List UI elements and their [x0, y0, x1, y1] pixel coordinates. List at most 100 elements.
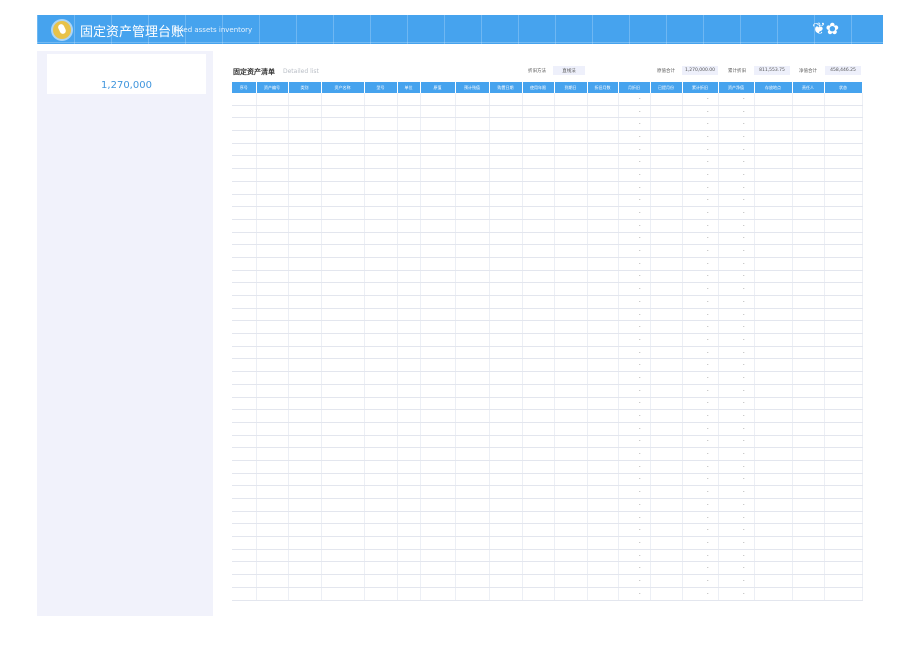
- table-cell[interactable]: [489, 93, 523, 106]
- table-cell[interactable]: [232, 422, 257, 436]
- table-row[interactable]: ---: [232, 168, 863, 182]
- table-cell[interactable]: -: [682, 574, 719, 588]
- table-cell[interactable]: -: [618, 587, 651, 601]
- table-cell[interactable]: [650, 130, 683, 144]
- table-row[interactable]: ---: [232, 155, 863, 170]
- table-cell[interactable]: [824, 143, 863, 157]
- table-cell[interactable]: [256, 219, 289, 233]
- table-cell[interactable]: [824, 257, 863, 271]
- table-cell[interactable]: [587, 143, 619, 157]
- table-cell[interactable]: [824, 511, 863, 525]
- table-cell[interactable]: [232, 244, 257, 258]
- table-cell[interactable]: -: [718, 422, 755, 436]
- table-cell[interactable]: [420, 282, 456, 296]
- table-cell[interactable]: [455, 219, 490, 233]
- table-cell[interactable]: [397, 435, 421, 449]
- table-cell[interactable]: [288, 346, 322, 360]
- table-row[interactable]: ---: [232, 435, 863, 449]
- table-cell[interactable]: [397, 105, 421, 119]
- table-cell[interactable]: -: [618, 168, 651, 182]
- table-cell[interactable]: [256, 168, 289, 182]
- table-cell[interactable]: [288, 523, 322, 538]
- table-cell[interactable]: [489, 232, 523, 246]
- table-cell[interactable]: [554, 93, 588, 106]
- table-cell[interactable]: -: [718, 257, 755, 271]
- table-cell[interactable]: [397, 206, 421, 220]
- table-cell[interactable]: [754, 117, 793, 132]
- table-cell[interactable]: [288, 371, 322, 385]
- table-cell[interactable]: [420, 460, 456, 474]
- table-cell[interactable]: [587, 523, 619, 538]
- table-cell[interactable]: [554, 168, 588, 182]
- table-cell[interactable]: [288, 561, 322, 576]
- table-cell[interactable]: -: [718, 358, 755, 373]
- table-cell[interactable]: [397, 536, 421, 550]
- table-cell[interactable]: [232, 435, 257, 449]
- table-cell[interactable]: [420, 232, 456, 246]
- table-cell[interactable]: [397, 523, 421, 538]
- table-cell[interactable]: [232, 117, 257, 132]
- table-cell[interactable]: -: [682, 422, 719, 436]
- table-cell[interactable]: [824, 194, 863, 208]
- table-cell[interactable]: [288, 536, 322, 550]
- column-header[interactable]: 折旧月数: [587, 82, 619, 93]
- table-cell[interactable]: [364, 384, 398, 398]
- table-cell[interactable]: [554, 105, 588, 119]
- table-cell[interactable]: [232, 498, 257, 512]
- table-cell[interactable]: [321, 168, 365, 182]
- table-cell[interactable]: [455, 498, 490, 512]
- table-row[interactable]: ---: [232, 308, 863, 322]
- table-cell[interactable]: [455, 333, 490, 347]
- table-cell[interactable]: [792, 587, 825, 601]
- table-cell[interactable]: [587, 536, 619, 550]
- table-cell[interactable]: [522, 244, 555, 258]
- table-row[interactable]: ---: [232, 130, 863, 144]
- table-row[interactable]: ---: [232, 117, 863, 132]
- table-cell[interactable]: [232, 549, 257, 563]
- table-cell[interactable]: [420, 308, 456, 322]
- table-cell[interactable]: [587, 422, 619, 436]
- table-cell[interactable]: [256, 320, 289, 335]
- table-cell[interactable]: [288, 358, 322, 373]
- table-cell[interactable]: [650, 257, 683, 271]
- table-row[interactable]: ---: [232, 93, 863, 106]
- table-cell[interactable]: -: [682, 549, 719, 563]
- table-cell[interactable]: [321, 511, 365, 525]
- table-cell[interactable]: [321, 409, 365, 423]
- table-cell[interactable]: [420, 155, 456, 170]
- table-cell[interactable]: [232, 536, 257, 550]
- table-cell[interactable]: [754, 308, 793, 322]
- table-cell[interactable]: [455, 295, 490, 309]
- table-cell[interactable]: [232, 460, 257, 474]
- table-cell[interactable]: -: [718, 105, 755, 119]
- table-cell[interactable]: -: [682, 93, 719, 106]
- table-cell[interactable]: [754, 194, 793, 208]
- table-cell[interactable]: [650, 194, 683, 208]
- table-cell[interactable]: -: [718, 523, 755, 538]
- table-cell[interactable]: [650, 561, 683, 576]
- table-cell[interactable]: [650, 384, 683, 398]
- table-cell[interactable]: [455, 422, 490, 436]
- column-header[interactable]: 到期日: [554, 82, 588, 93]
- table-cell[interactable]: [824, 308, 863, 322]
- table-cell[interactable]: [754, 93, 793, 106]
- table-cell[interactable]: -: [718, 587, 755, 601]
- table-cell[interactable]: [824, 232, 863, 246]
- table-cell[interactable]: [489, 181, 523, 195]
- table-cell[interactable]: -: [718, 282, 755, 296]
- table-cell[interactable]: [364, 460, 398, 474]
- table-cell[interactable]: [455, 117, 490, 132]
- table-cell[interactable]: -: [682, 320, 719, 335]
- table-cell[interactable]: [321, 232, 365, 246]
- table-cell[interactable]: [754, 422, 793, 436]
- table-cell[interactable]: [824, 409, 863, 423]
- table-cell[interactable]: -: [618, 397, 651, 411]
- table-cell[interactable]: -: [682, 346, 719, 360]
- table-cell[interactable]: [455, 371, 490, 385]
- table-cell[interactable]: [824, 181, 863, 195]
- table-cell[interactable]: [587, 371, 619, 385]
- table-cell[interactable]: [754, 473, 793, 487]
- table-cell[interactable]: -: [682, 168, 719, 182]
- table-cell[interactable]: -: [618, 485, 651, 499]
- table-cell[interactable]: [522, 295, 555, 309]
